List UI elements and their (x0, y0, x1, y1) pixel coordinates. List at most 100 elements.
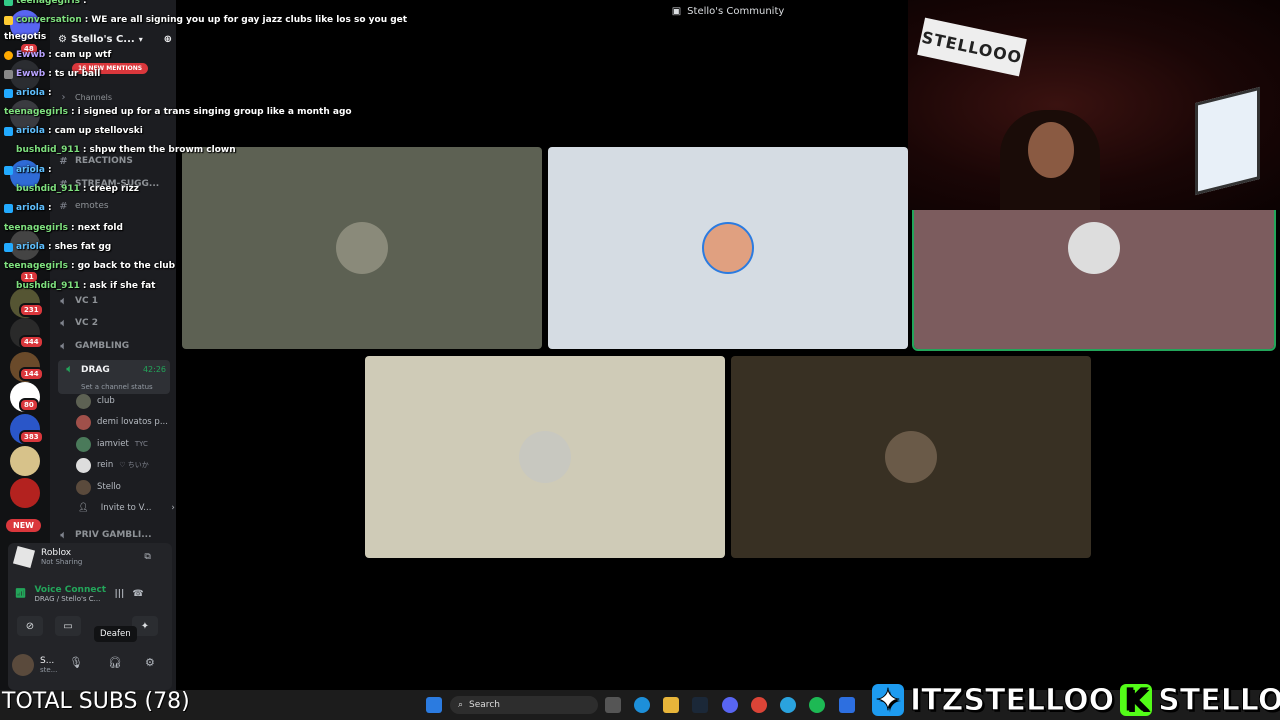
participant-avatar (519, 431, 571, 483)
server-icon[interactable] (10, 230, 40, 260)
spotify-icon[interactable] (809, 697, 825, 713)
taskbar-search[interactable]: ⌕ Search (450, 696, 598, 714)
current-user[interactable]: S... ste... (12, 654, 57, 676)
speaker-icon: 🔈︎ (60, 317, 67, 329)
streamer-face (1028, 122, 1074, 178)
channel-drag[interactable]: 🔈︎ DRAG 42:26 Set a channel status (58, 360, 170, 394)
kick-handle: STELLOOO (1158, 682, 1280, 718)
new-mentions-badge[interactable]: 16 NEW MENTIONS (72, 63, 149, 74)
server-icon[interactable] (10, 446, 40, 476)
noise-suppression-icon[interactable]: ||| (114, 589, 124, 599)
participant-tile[interactable] (182, 147, 542, 349)
unread-badge: 144 (19, 367, 44, 381)
telegram-icon[interactable] (780, 697, 796, 713)
participant-tile[interactable] (365, 356, 725, 558)
headphones-icon[interactable]: 🎧︎ (108, 656, 122, 669)
server-icon[interactable] (10, 60, 40, 90)
app-icon[interactable] (839, 697, 855, 713)
user-status: ste... (40, 666, 58, 674)
social-overlay: ✦ ITZSTELLOO K STELLOOO (872, 682, 1280, 718)
avatar (76, 457, 91, 473)
server-icon[interactable] (10, 478, 40, 508)
unread-badge: 231 (19, 303, 44, 317)
voice-channel-path: DRAG / Stello's C... (34, 595, 101, 603)
channel-label: REACTIONS (75, 156, 133, 166)
voice-connected[interactable]: 📶︎ Voice Connected DRAG / Stello's C... … (15, 585, 144, 603)
user-tag: ♡ ちいか (119, 461, 149, 469)
avatar (76, 414, 91, 430)
call-timer: 42:26 (142, 365, 166, 374)
screen-share-button[interactable]: ▭ (55, 616, 81, 636)
new-badge[interactable]: NEW (6, 519, 41, 532)
server-icon: ▣ (671, 5, 682, 17)
channel-priv-gambling[interactable]: 🔈︎ PRIV GAMBLI... (58, 526, 170, 544)
participant-tile[interactable] (548, 147, 908, 349)
speaker-icon: 🔈︎ (60, 529, 67, 541)
channel-status[interactable]: Set a channel status (64, 383, 153, 391)
channel-reactions[interactable]: # REACTIONS (58, 152, 170, 170)
avatar (76, 393, 91, 409)
screen-share-icon[interactable]: ⧉ (144, 552, 150, 562)
speaker-icon: 🔈︎ (66, 364, 73, 375)
settings-icon[interactable]: ⚙ (145, 656, 155, 669)
add-member-icon[interactable]: ⊕ (164, 34, 172, 45)
channel-vc1[interactable]: 🔈︎ VC 1 (58, 292, 170, 310)
window-title: Stello's Community (687, 5, 785, 17)
participant-tile[interactable] (731, 356, 1091, 558)
kick-icon: K (1120, 682, 1153, 718)
search-label: Search (469, 700, 500, 710)
voice-user-name: iamviet (97, 439, 129, 449)
stream-screen: 48 11 231 444 144 80 383 NEW ⚙ Stello's … (0, 0, 1280, 720)
activity-status: Not Sharing (41, 558, 83, 566)
server-icon[interactable] (10, 100, 40, 130)
channel-label: VC 1 (75, 296, 98, 306)
hash-icon: # (59, 200, 68, 212)
participant-avatar (702, 222, 754, 274)
rocket-icon: ✦ (140, 620, 150, 632)
copilot-icon[interactable] (605, 697, 621, 713)
unread-badge: 383 (19, 430, 44, 444)
microphone-icon[interactable]: 🎙︎ (69, 656, 83, 669)
voice-status: Voice Connected (34, 585, 107, 595)
channel-gambling[interactable]: 🔈︎ GAMBLING (58, 337, 170, 355)
invite-to-voice[interactable]: 👤︎ Invite to V... › (78, 499, 175, 517)
participant-avatar (885, 431, 937, 483)
voice-user-name: rein (97, 460, 114, 470)
voice-user[interactable]: iamviet TYC (76, 435, 148, 453)
edge-icon[interactable] (634, 697, 650, 713)
steam-icon[interactable] (692, 697, 708, 713)
unread-badge: 11 (19, 270, 39, 284)
voice-user[interactable]: club (76, 392, 115, 410)
participant-avatar (336, 222, 388, 274)
file-explorer-icon[interactable] (663, 697, 679, 713)
activity-roblox[interactable]: Roblox Not Sharing ⧉ (12, 545, 151, 569)
voice-user-name: demi lovatos p... (97, 417, 168, 427)
channel-vc2[interactable]: 🔈︎ VC 2 (58, 314, 170, 332)
hash-icon: # (59, 178, 68, 190)
server-icon[interactable] (10, 160, 40, 190)
channel-emotes[interactable]: # emotes (58, 197, 170, 215)
windows-start-icon[interactable] (426, 697, 442, 713)
channel-label: STREAM-SUGG... (75, 179, 160, 189)
speaker-icon: 🔈︎ (60, 295, 67, 307)
server-name: Stello's C... (70, 33, 135, 45)
camera-off-button[interactable]: ⊘ (17, 616, 43, 636)
twitter-icon: ✦ (872, 682, 904, 718)
signal-icon: 📶︎ (15, 589, 27, 599)
disconnect-icon[interactable]: ☎ (132, 589, 143, 599)
speaker-icon: 🔈︎ (60, 340, 67, 352)
server-header[interactable]: ⚙ Stello's C... ▾ ⊕ (58, 30, 172, 48)
screen-icon: ▭ (63, 620, 73, 632)
voice-user[interactable]: rein ♡ ちいか (76, 456, 149, 474)
activity-title: Roblox (41, 548, 72, 558)
category-label: Channels (75, 92, 113, 102)
voice-user[interactable]: demi lovatos p... (76, 413, 168, 431)
unread-badge: 80 (19, 398, 39, 412)
channel-label: PRIV GAMBLI... (75, 530, 152, 540)
channel-stream-sugg[interactable]: # STREAM-SUGG... (58, 175, 170, 193)
category-channels[interactable]: › Channels (58, 88, 170, 106)
chrome-icon[interactable] (751, 697, 767, 713)
discord-icon[interactable] (722, 697, 738, 713)
voice-user[interactable]: Stello (76, 478, 121, 496)
home-icon[interactable] (10, 10, 40, 40)
